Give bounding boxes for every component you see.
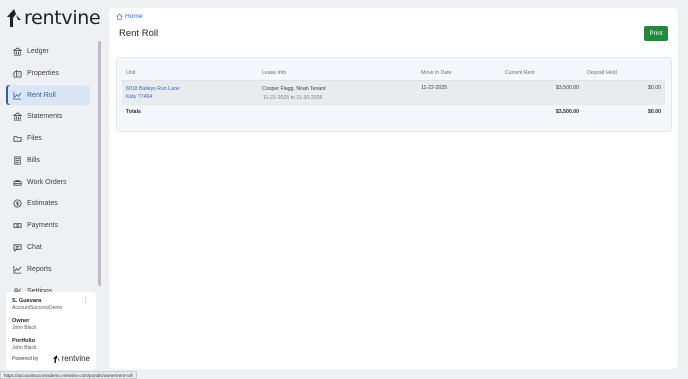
rent-roll-table: Unit Lease Info Move in Date Current Ren…: [122, 66, 665, 118]
portfolio-label: Portfolio: [12, 338, 35, 344]
powered-by: Powered by rentvine: [12, 354, 90, 363]
sidebar-item-label: Ledger: [27, 47, 49, 55]
sidebar-item-label: Reports: [27, 265, 52, 273]
sidebar-item-estimates[interactable]: Estimates: [6, 193, 90, 214]
brand-name: rentvine: [24, 7, 101, 29]
sidebar-nav: Ledger Properties Rent Roll Statements F…: [6, 41, 90, 302]
totals-empty: [258, 105, 417, 118]
totals-row: Totals $3,500.00 $0.00: [122, 105, 665, 118]
dollar-icon: [13, 199, 22, 208]
sidebar-item-label: Estimates: [27, 200, 58, 208]
rent-roll-report: Unit Lease Info Move in Date Current Ren…: [116, 57, 672, 132]
powered-brand: rentvine: [52, 354, 90, 363]
col-move-in[interactable]: Move in Date: [417, 66, 501, 81]
breadcrumb-home[interactable]: Home: [125, 13, 143, 20]
current-rent: $3,500.00: [501, 80, 583, 105]
user-card: S. Guevara AccountSuccessDemo ⋮ Owner Jo…: [6, 292, 96, 370]
rentvine-logo-icon: [52, 354, 60, 363]
sidebar-item-label: Chat: [27, 243, 42, 251]
home-icon: [116, 13, 123, 20]
print-button[interactable]: Print: [644, 26, 668, 41]
brand-logo[interactable]: rentvine: [7, 7, 101, 29]
col-unit[interactable]: Unit: [122, 66, 258, 81]
sidebar-item-properties[interactable]: Properties: [6, 63, 90, 84]
page-title: Rent Roll: [119, 28, 159, 39]
folder-icon: [13, 134, 22, 143]
bank-icon: [13, 112, 22, 121]
table-header-row: Unit Lease Info Move in Date Current Ren…: [122, 66, 665, 81]
deposit-held: $0.00: [583, 80, 665, 105]
chart-icon: [13, 91, 22, 100]
main-panel: Home Rent Roll Print Unit Lease Info Mov…: [109, 8, 678, 369]
portfolio-value: John Black: [12, 345, 37, 351]
lease-info-cell: Cooper Flagg, Noah Tenant 11-21-2025 to …: [258, 80, 417, 105]
sidebar: rentvine Ledger Properties Rent Roll Sta…: [0, 0, 104, 379]
money-icon: [13, 221, 22, 230]
sidebar-item-reports[interactable]: Reports: [6, 259, 90, 280]
sidebar-item-label: Payments: [27, 222, 59, 230]
powered-by-label: Powered by: [12, 355, 39, 362]
chart-icon: [13, 265, 22, 274]
sidebar-item-bills[interactable]: Bills: [6, 150, 90, 171]
sidebar-item-work-orders[interactable]: Work Orders: [6, 172, 90, 193]
buildings-icon: [13, 69, 22, 78]
sidebar-scrollbar[interactable]: [98, 41, 101, 286]
unit-city-link[interactable]: Katy 77494: [126, 93, 254, 101]
col-deposit[interactable]: Deposit Held: [583, 66, 665, 81]
unit-cell[interactable]: 6018 Baileys Run Lane Katy 77494: [122, 80, 258, 105]
rentvine-logo-icon: [7, 9, 21, 27]
unit-address-link[interactable]: 6018 Baileys Run Lane: [126, 85, 254, 93]
powered-brand-name: rentvine: [61, 354, 90, 363]
totals-empty: [417, 105, 501, 118]
sidebar-item-statements[interactable]: Statements: [6, 106, 90, 127]
sidebar-item-ledger[interactable]: Ledger: [6, 41, 90, 62]
sidebar-item-label: Files: [27, 135, 42, 143]
chat-icon: [13, 243, 22, 252]
sidebar-item-chat[interactable]: Chat: [6, 237, 90, 258]
breadcrumb[interactable]: Home: [116, 13, 143, 20]
totals-label: Totals: [126, 109, 141, 115]
sidebar-item-label: Statements: [27, 113, 63, 121]
owner-value: John Black: [12, 325, 37, 331]
col-current-rent[interactable]: Current Rent: [501, 66, 583, 81]
user-name: S. Guevara: [12, 298, 42, 304]
sidebar-item-files[interactable]: Files: [6, 128, 90, 149]
col-lease-info[interactable]: Lease Info: [258, 66, 417, 81]
sidebar-item-label: Rent Roll: [27, 91, 56, 99]
sidebar-item-label: Properties: [27, 69, 59, 77]
bill-icon: [13, 156, 22, 165]
totals-deposit: $0.00: [648, 109, 661, 115]
owner-label: Owner: [12, 318, 30, 324]
kebab-menu-icon[interactable]: ⋮: [82, 297, 89, 304]
status-bar-url: https://accountsuccessdemo.rentvine.com/…: [0, 371, 137, 379]
sidebar-item-label: Bills: [27, 156, 40, 164]
tenant-names: Cooper Flagg, Noah Tenant: [262, 85, 326, 92]
sidebar-item-label: Work Orders: [27, 178, 67, 186]
move-in-date: 11-22-2025: [417, 80, 501, 105]
user-account: AccountSuccessDemo: [12, 305, 63, 311]
toolbox-icon: [13, 178, 22, 187]
bank-icon: [13, 47, 22, 56]
table-row[interactable]: 6018 Baileys Run Lane Katy 77494 Cooper …: [122, 80, 665, 105]
sidebar-item-payments[interactable]: Payments: [6, 215, 90, 236]
sidebar-item-rent-roll[interactable]: Rent Roll: [6, 84, 90, 106]
totals-current-rent: $3,500.00: [555, 109, 579, 115]
lease-dates: 11-21-2025 to 11-30-2026: [263, 94, 323, 101]
